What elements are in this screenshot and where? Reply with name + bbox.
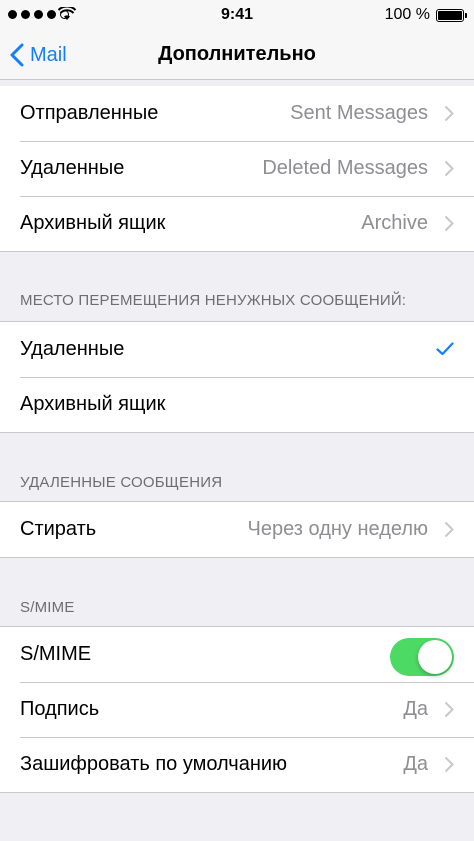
chevron-right-icon [444, 756, 454, 773]
sign-row[interactable]: Подпись Да [0, 682, 474, 737]
chevron-right-icon [444, 701, 454, 718]
move-discarded-header: МЕСТО ПЕРЕМЕЩЕНИЯ НЕНУЖНЫХ СООБЩЕНИЙ: [20, 292, 407, 309]
row-label: Удаленные [20, 157, 125, 179]
battery-icon [436, 9, 467, 22]
row-value: Deleted Messages [262, 157, 428, 179]
row-label: S/MIME [20, 643, 92, 665]
battery-percentage: 100 % [384, 6, 430, 23]
row-value: Да [403, 753, 428, 775]
discard-option-archive[interactable]: Архивный ящик [0, 377, 474, 432]
checkmark-icon [436, 342, 454, 356]
toggle-knob [418, 640, 452, 674]
chevron-right-icon [444, 521, 454, 538]
row-value: Archive [361, 212, 428, 234]
row-value: Да [403, 698, 428, 720]
chevron-right-icon [444, 105, 454, 122]
row-label: Отправленные [20, 102, 159, 124]
remove-row[interactable]: Стирать Через одну неделю [0, 502, 474, 557]
smime-toggle-row: S/MIME [0, 627, 474, 682]
archive-mailbox-row[interactable]: Архивный ящик Archive [0, 196, 474, 251]
row-value: Sent Messages [290, 102, 428, 124]
encrypt-row[interactable]: Зашифровать по умолчанию Да [0, 737, 474, 792]
deleted-messages-header: УДАЛЕННЫЕ СООБЩЕНИЯ [20, 474, 223, 491]
row-label: Зашифровать по умолчанию [20, 753, 288, 775]
deleted-messages-group: Стирать Через одну неделю [0, 501, 474, 558]
smime-group: S/MIME Подпись Да Зашифровать по умолчан… [0, 626, 474, 793]
mailbox-behaviors-group: Отправленные Sent Messages Удаленные Del… [0, 86, 474, 252]
smime-header: S/MIME [20, 599, 75, 616]
smime-toggle[interactable] [390, 638, 454, 676]
row-label: Архивный ящик [20, 393, 166, 415]
row-label: Удаленные [20, 338, 125, 360]
row-label: Архивный ящик [20, 212, 166, 234]
discard-option-deleted[interactable]: Удаленные [0, 322, 474, 377]
navigation-bar: Mail Дополнительно [0, 30, 474, 80]
move-discarded-group: Удаленные Архивный ящик [0, 321, 474, 433]
row-label: Стирать [20, 518, 97, 540]
row-label: Подпись [20, 698, 100, 720]
page-title: Дополнительно [158, 43, 316, 65]
sent-mailbox-row[interactable]: Отправленные Sent Messages [0, 86, 474, 141]
chevron-right-icon [444, 160, 454, 177]
row-value: Через одну неделю [247, 518, 428, 540]
status-bar: 9:41 100 % [0, 0, 474, 30]
chevron-right-icon [444, 215, 454, 232]
deleted-mailbox-row[interactable]: Удаленные Deleted Messages [0, 141, 474, 196]
